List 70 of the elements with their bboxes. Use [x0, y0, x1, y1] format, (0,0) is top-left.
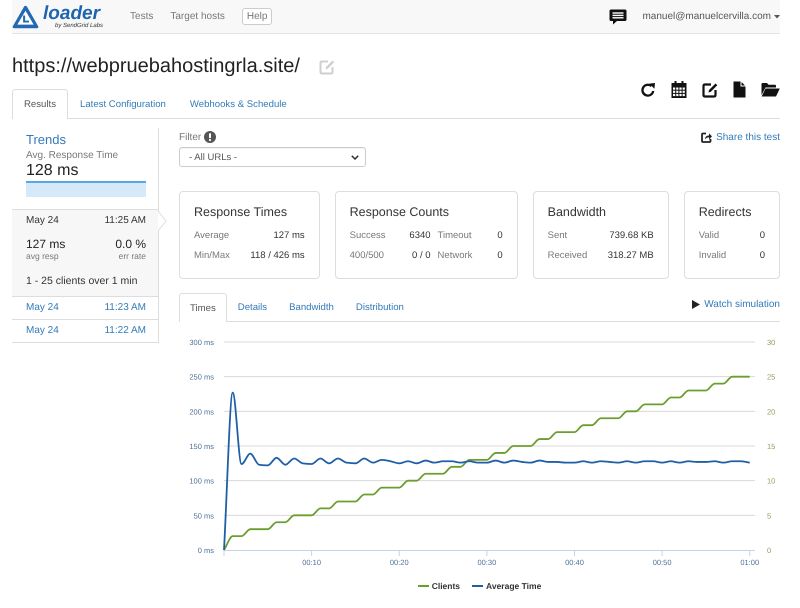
stat-value: 739.68 KB — [608, 230, 654, 242]
chart-tab[interactable]: Bandwidth — [278, 293, 345, 321]
card-title: Response Counts — [350, 205, 450, 220]
stat-label: Average — [194, 230, 230, 242]
stat-label: 400/500 — [350, 250, 385, 262]
run-time: 11:22 AM — [104, 325, 146, 337]
alert-icon — [204, 131, 216, 143]
run-date: May 24 — [26, 325, 59, 337]
chart-tab[interactable]: Details — [226, 293, 278, 321]
chevron-down-icon — [351, 154, 359, 160]
stat-value: 318.27 MB — [608, 250, 654, 262]
chat-icon[interactable] — [609, 8, 628, 24]
run-item[interactable]: May 24 11:22 AM — [12, 319, 158, 343]
watch-simulation-link[interactable]: Watch simulation — [692, 299, 780, 310]
stat-value: 0 — [497, 230, 503, 242]
refresh-icon[interactable] — [640, 82, 656, 98]
stat-label: Sent — [548, 230, 568, 242]
stat-value: 118 / 426 ms — [250, 250, 305, 262]
stat-label: Valid — [698, 230, 720, 242]
help-button[interactable]: Help — [242, 8, 272, 25]
legend-label[interactable]: Clients — [432, 581, 460, 591]
chart-tab[interactable]: Times — [179, 293, 227, 322]
card-title: Response Times — [194, 205, 288, 220]
document-icon[interactable] — [733, 81, 746, 98]
metric-value: 128 ms — [26, 162, 80, 180]
calendar-icon[interactable] — [671, 81, 687, 98]
trends-heading: Trends — [26, 132, 67, 148]
nav-link[interactable]: Tests — [130, 11, 154, 22]
run-time: 11:23 AM — [104, 302, 146, 314]
stat-value: 127 ms — [272, 230, 305, 242]
stat-value: 0.0 % — [115, 237, 146, 251]
run-item[interactable]: May 24 11:23 AM — [12, 296, 158, 319]
folder-icon[interactable] — [761, 82, 780, 97]
stat-label: avg resp — [26, 251, 60, 262]
nav-link[interactable]: Target hosts — [170, 11, 225, 22]
chart-tab[interactable]: Distribution — [344, 293, 415, 321]
url-filter-select[interactable]: - All URLs - — [179, 147, 366, 167]
share-link[interactable]: Share this test — [701, 132, 780, 142]
tab[interactable]: Webhooks & Schedule — [178, 89, 299, 118]
stat-label: err rate — [118, 251, 146, 262]
tab[interactable]: Latest Configuration — [68, 89, 178, 118]
user-menu[interactable]: manuel@manuelcervilla.com — [642, 11, 780, 22]
run-summary: 1 - 25 clients over 1 min — [26, 275, 138, 288]
share-icon — [701, 132, 712, 142]
metric-label: Avg. Response Time — [26, 150, 120, 162]
play-icon — [692, 300, 700, 309]
run-time: 11:25 AM — [104, 215, 146, 227]
legend-label[interactable]: Average Time — [486, 581, 542, 591]
filter-label: Filter — [179, 132, 202, 142]
stat-label: Received — [548, 250, 588, 262]
stat-value: 0 / 0 — [411, 250, 431, 262]
stat-label: Network — [438, 250, 474, 262]
card-title: Redirects — [698, 205, 752, 220]
stat-label: Success — [350, 230, 387, 242]
stat-value: 0 — [760, 250, 765, 262]
card-title: Bandwidth — [548, 205, 607, 220]
run-date: May 24 — [26, 215, 59, 227]
edit-icon[interactable] — [702, 82, 718, 98]
caret-icon — [774, 14, 780, 18]
stat-value: 6340 — [409, 230, 431, 242]
stat-label: Invalid — [698, 250, 728, 262]
run-date: May 24 — [26, 302, 59, 314]
tab[interactable]: Results — [12, 89, 68, 119]
logo-wordmark: loader — [43, 4, 101, 23]
stat-value: 0 — [497, 250, 503, 262]
stat-label: Min/Max — [194, 250, 231, 262]
page-title: https://webpruebahostingrla.site/ — [12, 54, 300, 79]
stat-value: 0 — [760, 230, 765, 242]
stat-label: Timeout — [438, 230, 473, 242]
stat-value: 127 ms — [26, 237, 66, 251]
